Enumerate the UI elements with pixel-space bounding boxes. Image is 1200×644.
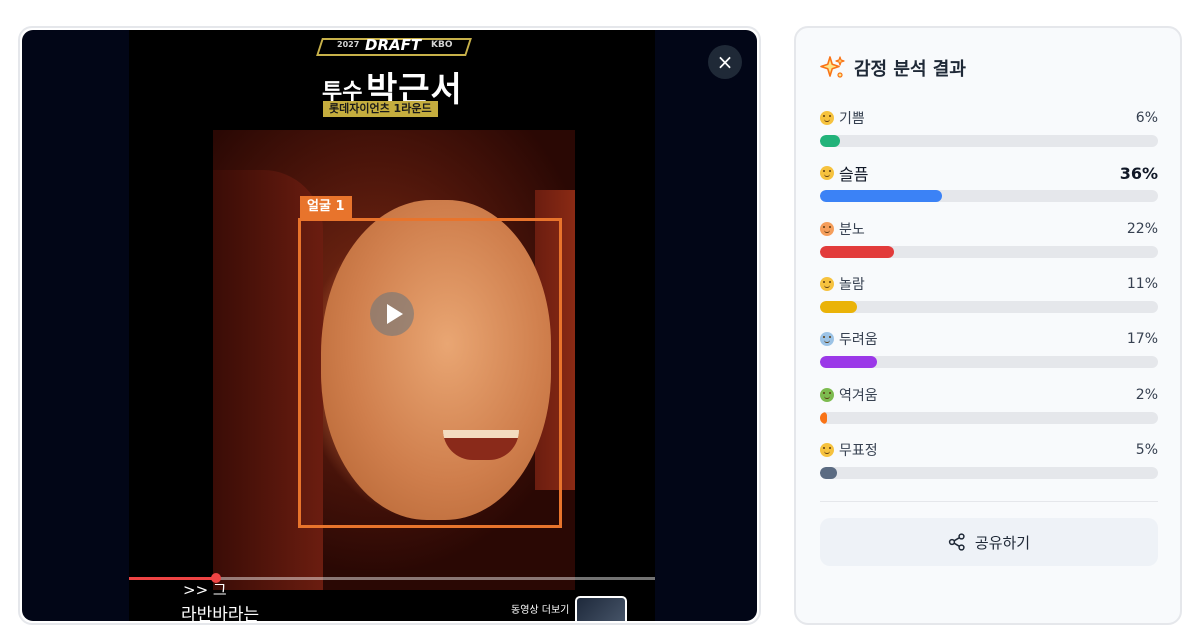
emotion-emoji-icon: [820, 276, 834, 291]
emotion-bar-fill: [820, 411, 827, 424]
close-icon[interactable]: ×: [708, 45, 742, 79]
play-button[interactable]: [370, 292, 414, 336]
emotion-label: 두려움: [839, 332, 878, 349]
emotion-label: 무표정: [839, 442, 878, 459]
divider: [820, 501, 1158, 502]
emotion-row: 놀람 11%: [820, 274, 1158, 313]
emotion-row-header: 무표정 5%: [820, 440, 1158, 460]
emotion-row-header: 놀람 11%: [820, 274, 1158, 294]
emotion-bar-track: [820, 135, 1158, 147]
emotion-bar-fill: [820, 356, 878, 369]
sparkle-icon: [820, 56, 845, 78]
emotion-percent: 2%: [1135, 386, 1158, 403]
panel-header: 감정 분석 결과: [820, 55, 966, 81]
more-videos-link[interactable]: 동영상 더보기: [511, 601, 569, 616]
emotion-row: 역겨움 2%: [820, 385, 1158, 424]
emotion-name: 기쁨: [820, 108, 865, 128]
emotion-row: 슬픔 36%: [820, 161, 1158, 203]
emotion-row-header: 슬픔 36%: [820, 161, 1158, 185]
emotion-name: 분노: [820, 219, 865, 239]
panel-title: 감정 분석 결과: [854, 59, 966, 80]
emotion-bar-track: [820, 411, 1158, 424]
emotion-bar-fill: [820, 190, 942, 203]
face-detection-box: [298, 218, 562, 528]
emotion-row-header: 분노 22%: [820, 219, 1158, 239]
emotion-name: 두려움: [820, 329, 878, 349]
emotion-analysis-panel: 감정 분석 결과 기쁨 6% 슬픔 36% 분노 22% 놀람 11% 두려움 17% 역겨움 2% 무…: [794, 26, 1182, 625]
emotion-row: 기쁨 6%: [820, 108, 1158, 147]
emotion-row-header: 역겨움 2%: [820, 385, 1158, 405]
emotion-row: 두려움 17%: [820, 329, 1158, 369]
share-button[interactable]: 공유하기: [820, 518, 1158, 566]
face-detection-label: 얼굴 1: [300, 196, 352, 218]
banner-team-round: 롯데자이언츠 1라운드: [323, 101, 438, 117]
emotion-emoji-icon: [820, 166, 834, 181]
emotion-emoji-icon: [820, 111, 834, 125]
emotion-bar-track: [820, 190, 1158, 203]
emotion-emoji-icon: [820, 332, 834, 347]
emotion-row-header: 두려움 17%: [820, 329, 1158, 349]
emotion-emoji-icon: [820, 387, 834, 402]
emotion-bar-track: [820, 356, 1158, 369]
emotion-bar-fill: [820, 135, 841, 147]
emotion-name: 놀람: [820, 274, 865, 294]
emotion-label: 슬픔: [839, 165, 869, 185]
more-videos-thumbnail[interactable]: [575, 596, 627, 621]
emotion-emoji-icon: [820, 221, 834, 236]
video-frame[interactable]: 2027 DRAFT KBO 투수 박근서 롯데자이언츠 1라운드 얼굴 1 >…: [129, 30, 655, 621]
emotion-emoji-icon: [820, 442, 834, 457]
emotion-name: 역겨움: [820, 385, 878, 405]
emotion-percent: 6%: [1135, 110, 1158, 126]
emotion-bar-fill: [820, 300, 858, 313]
emotion-bar-track: [820, 245, 1158, 258]
emotion-row: 분노 22%: [820, 219, 1158, 258]
emotion-row: 무표정 5%: [820, 440, 1158, 479]
emotion-bar-track: [820, 300, 1158, 313]
share-icon: [948, 533, 965, 551]
emotion-bar-fill: [820, 245, 895, 258]
emotion-percent: 36%: [1119, 163, 1158, 183]
emotion-percent: 5%: [1135, 441, 1158, 458]
emotion-label: 기쁨: [839, 111, 865, 127]
emotion-name: 무표정: [820, 440, 878, 460]
emotion-percent: 22%: [1126, 220, 1158, 237]
emotion-label: 역겨움: [839, 387, 878, 404]
share-label: 공유하기: [974, 533, 1031, 552]
subtitle-line-1: >> 그: [183, 581, 227, 599]
emotion-label: 놀람: [839, 276, 865, 293]
banner-league: KBO: [431, 40, 453, 50]
emotion-row-header: 기쁨 6%: [820, 108, 1158, 128]
banner-event: DRAFT: [365, 36, 422, 54]
subtitle-line-2: 라반바라는: [181, 605, 260, 621]
video-card: 2027 DRAFT KBO 투수 박근서 롯데자이언츠 1라운드 얼굴 1 >…: [18, 26, 761, 625]
emotion-bar-track: [820, 466, 1158, 479]
emotion-percent: 11%: [1126, 275, 1158, 292]
video-player[interactable]: 2027 DRAFT KBO 투수 박근서 롯데자이언츠 1라운드 얼굴 1 >…: [22, 30, 757, 621]
emotion-percent: 17%: [1126, 331, 1158, 348]
emotion-bar-fill: [820, 466, 837, 479]
emotion-name: 슬픔: [820, 161, 868, 185]
emotion-label: 분노: [839, 221, 865, 238]
banner-year: 2027: [337, 40, 360, 49]
